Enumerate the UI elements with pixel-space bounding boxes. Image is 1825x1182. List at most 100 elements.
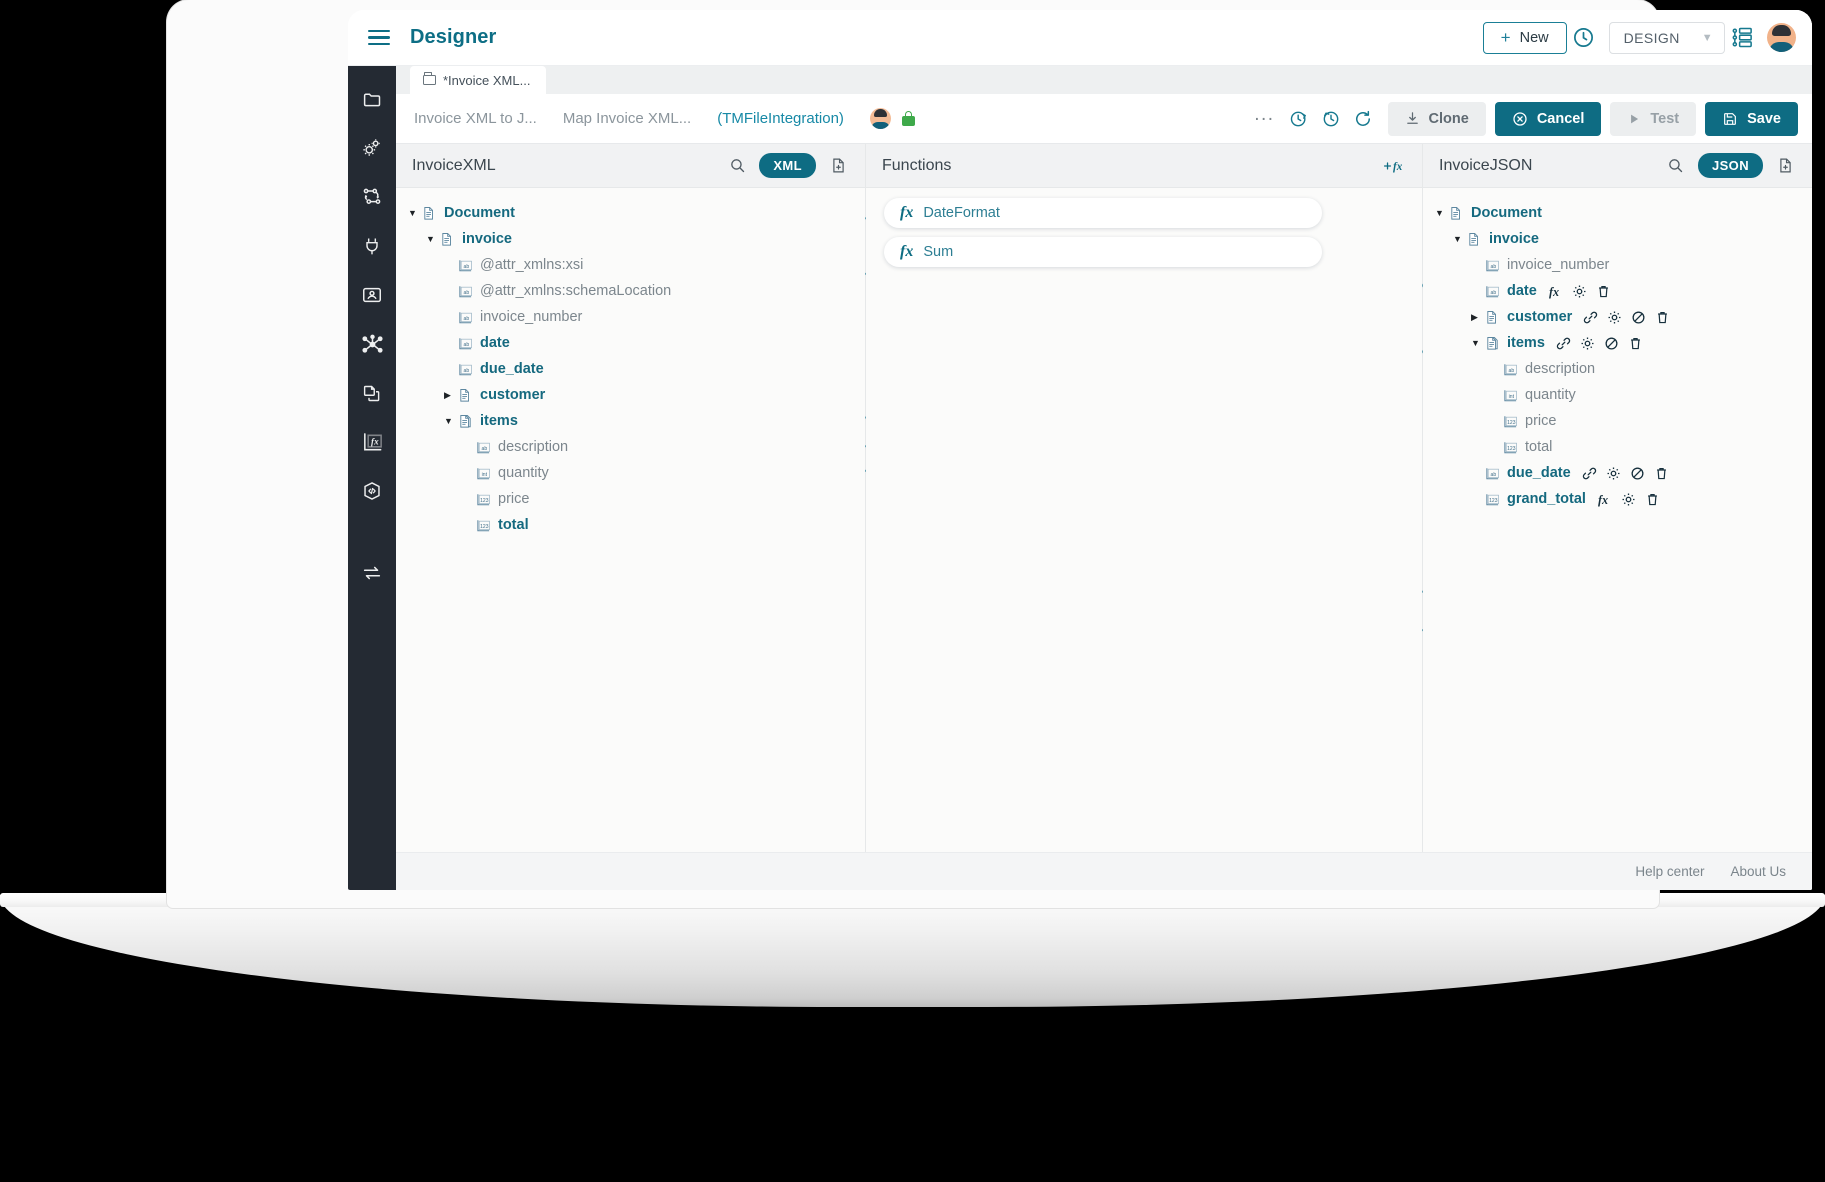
- sidebar-item-connectors[interactable]: [357, 231, 387, 261]
- tree-node-items[interactable]: ▼items: [396, 408, 865, 434]
- tree-node-date[interactable]: ▶abdate: [396, 330, 865, 356]
- breadcrumb-integration[interactable]: Invoice XML to J...: [414, 110, 537, 127]
- lock-icon[interactable]: [902, 111, 915, 126]
- target-format-pill[interactable]: JSON: [1698, 153, 1763, 178]
- trash-icon[interactable]: [1655, 310, 1670, 325]
- history-icon[interactable]: [1315, 103, 1347, 135]
- chevron-down-icon[interactable]: ▼: [408, 208, 422, 218]
- tree-node-price[interactable]: ▶123price: [396, 486, 865, 512]
- fx-icon[interactable]: fx: [1597, 492, 1612, 507]
- gear-icon[interactable]: [1606, 466, 1621, 481]
- number-type-icon: 123: [1503, 440, 1518, 455]
- sidebar-item-deployment[interactable]: [357, 280, 387, 310]
- avatar[interactable]: [1767, 23, 1796, 52]
- tree-node-invoice_number[interactable]: ▶abinvoice_number: [396, 304, 865, 330]
- gear-icon[interactable]: [1572, 284, 1587, 299]
- chevron-down-icon[interactable]: ▼: [1435, 208, 1449, 218]
- add-document-icon[interactable]: [825, 153, 851, 179]
- tree-node-label: @attr_xmlns:xsi: [480, 257, 583, 273]
- clone-button-label: Clone: [1429, 111, 1469, 127]
- cancel-button[interactable]: Cancel: [1495, 102, 1602, 136]
- tree-node-quantity[interactable]: ▶intquantity: [396, 460, 865, 486]
- sidebar-item-code[interactable]: [357, 476, 387, 506]
- integer-type-icon: int: [1503, 388, 1518, 403]
- sidebar-item-functions[interactable]: fx: [357, 427, 387, 457]
- tree-node-invoice[interactable]: ▼ invoice: [396, 226, 865, 252]
- tree-node-date[interactable]: ▶abdatefx: [1423, 278, 1812, 304]
- tree-node-total[interactable]: ▶123total: [1423, 434, 1812, 460]
- gear-icon[interactable]: [1621, 492, 1636, 507]
- chevron-down-icon[interactable]: ▼: [444, 416, 458, 426]
- refresh-icon[interactable]: [1347, 103, 1379, 135]
- hamburger-icon[interactable]: [368, 30, 390, 46]
- add-document-icon[interactable]: [1772, 153, 1798, 179]
- trash-icon[interactable]: [1596, 284, 1611, 299]
- fx-icon[interactable]: fx: [1548, 284, 1563, 299]
- tree-node--attr_xmlns-schemalocation[interactable]: ▶ab@attr_xmlns:schemaLocation: [396, 278, 865, 304]
- trash-icon[interactable]: [1628, 336, 1643, 351]
- search-icon[interactable]: [1663, 153, 1689, 179]
- tree-node-customer[interactable]: ▶customer: [1423, 304, 1812, 330]
- chevron-down-icon[interactable]: ▼: [1471, 338, 1485, 348]
- tree-node-items[interactable]: ▼items: [1423, 330, 1812, 356]
- tree-node-due_date[interactable]: ▶abdue_date: [396, 356, 865, 382]
- tree-node-invoice[interactable]: ▼invoice: [1423, 226, 1812, 252]
- org-layout-icon[interactable]: [1725, 21, 1759, 55]
- save-button[interactable]: Save: [1705, 102, 1798, 136]
- breadcrumb-operation[interactable]: Map Invoice XML...: [563, 110, 691, 127]
- chevron-right-icon[interactable]: ▶: [1471, 312, 1485, 323]
- more-options-icon[interactable]: ...: [1246, 104, 1282, 134]
- sidebar-item-documents[interactable]: [357, 378, 387, 408]
- link-icon[interactable]: [1582, 466, 1597, 481]
- tree-node-due_date[interactable]: ▶abdue_date: [1423, 460, 1812, 486]
- chevron-right-icon[interactable]: ▶: [444, 390, 458, 401]
- ban-icon[interactable]: [1604, 336, 1619, 351]
- search-icon[interactable]: [724, 153, 750, 179]
- schedule-icon[interactable]: [1283, 103, 1315, 135]
- gear-icon[interactable]: [1607, 310, 1622, 325]
- tree-node-price[interactable]: ▶123price: [1423, 408, 1812, 434]
- tree-node-description[interactable]: ▶abdescription: [396, 434, 865, 460]
- chevron-down-icon[interactable]: ▼: [426, 234, 440, 244]
- tree-node-description[interactable]: ▶abdescription: [1423, 356, 1812, 382]
- link-icon[interactable]: [1556, 336, 1571, 351]
- source-format-pill[interactable]: XML: [759, 153, 816, 178]
- tree-node-document[interactable]: ▼Document: [1423, 200, 1812, 226]
- tree-node-quantity[interactable]: ▶intquantity: [1423, 382, 1812, 408]
- about-us-link[interactable]: About Us: [1730, 864, 1786, 879]
- trash-icon[interactable]: [1645, 492, 1660, 507]
- sidebar-item-network[interactable]: [357, 329, 387, 359]
- new-button[interactable]: + New: [1483, 22, 1567, 54]
- svg-text:123: 123: [480, 523, 489, 529]
- help-center-link[interactable]: Help center: [1635, 864, 1704, 879]
- tree-node-label: invoice: [462, 231, 512, 247]
- tree-node-document[interactable]: ▼Document: [396, 200, 865, 226]
- clone-button[interactable]: Clone: [1388, 102, 1486, 136]
- sidebar-item-transfer[interactable]: [357, 558, 387, 588]
- sidebar-item-processes[interactable]: [357, 182, 387, 212]
- tree-node-label: description: [498, 439, 568, 455]
- add-fx-icon[interactable]: fx: [1382, 153, 1408, 179]
- ban-icon[interactable]: [1631, 310, 1646, 325]
- tree-node-invoice_number[interactable]: ▶abinvoice_number: [1423, 252, 1812, 278]
- tab-invoice-xml[interactable]: *Invoice XML...: [410, 66, 546, 94]
- function-chip-dateformat[interactable]: fxDateFormat: [884, 198, 1322, 228]
- sidebar-item-projects[interactable]: [357, 84, 387, 114]
- tree-node--attr_xmlns-xsi[interactable]: ▶ab@attr_xmlns:xsi: [396, 252, 865, 278]
- test-button[interactable]: Test: [1610, 102, 1696, 136]
- ban-icon[interactable]: [1630, 466, 1645, 481]
- tree-node-label: invoice_number: [480, 309, 582, 325]
- clock-icon[interactable]: [1567, 21, 1601, 55]
- sidebar-item-settings[interactable]: [357, 133, 387, 163]
- function-chip-sum[interactable]: fxSum: [884, 237, 1322, 267]
- folder-icon: [423, 75, 436, 85]
- trash-icon[interactable]: [1654, 466, 1669, 481]
- mode-select[interactable]: DESIGN ▼: [1609, 22, 1725, 54]
- gear-icon[interactable]: [1580, 336, 1595, 351]
- chevron-down-icon[interactable]: ▼: [1453, 234, 1467, 244]
- tree-node-customer[interactable]: ▶customer: [396, 382, 865, 408]
- link-icon[interactable]: [1583, 310, 1598, 325]
- tree-node-total[interactable]: ▶123total: [396, 512, 865, 538]
- breadcrumb-project[interactable]: (TMFileIntegration): [717, 110, 844, 127]
- tree-node-grand_total[interactable]: ▶123grand_totalfx: [1423, 486, 1812, 512]
